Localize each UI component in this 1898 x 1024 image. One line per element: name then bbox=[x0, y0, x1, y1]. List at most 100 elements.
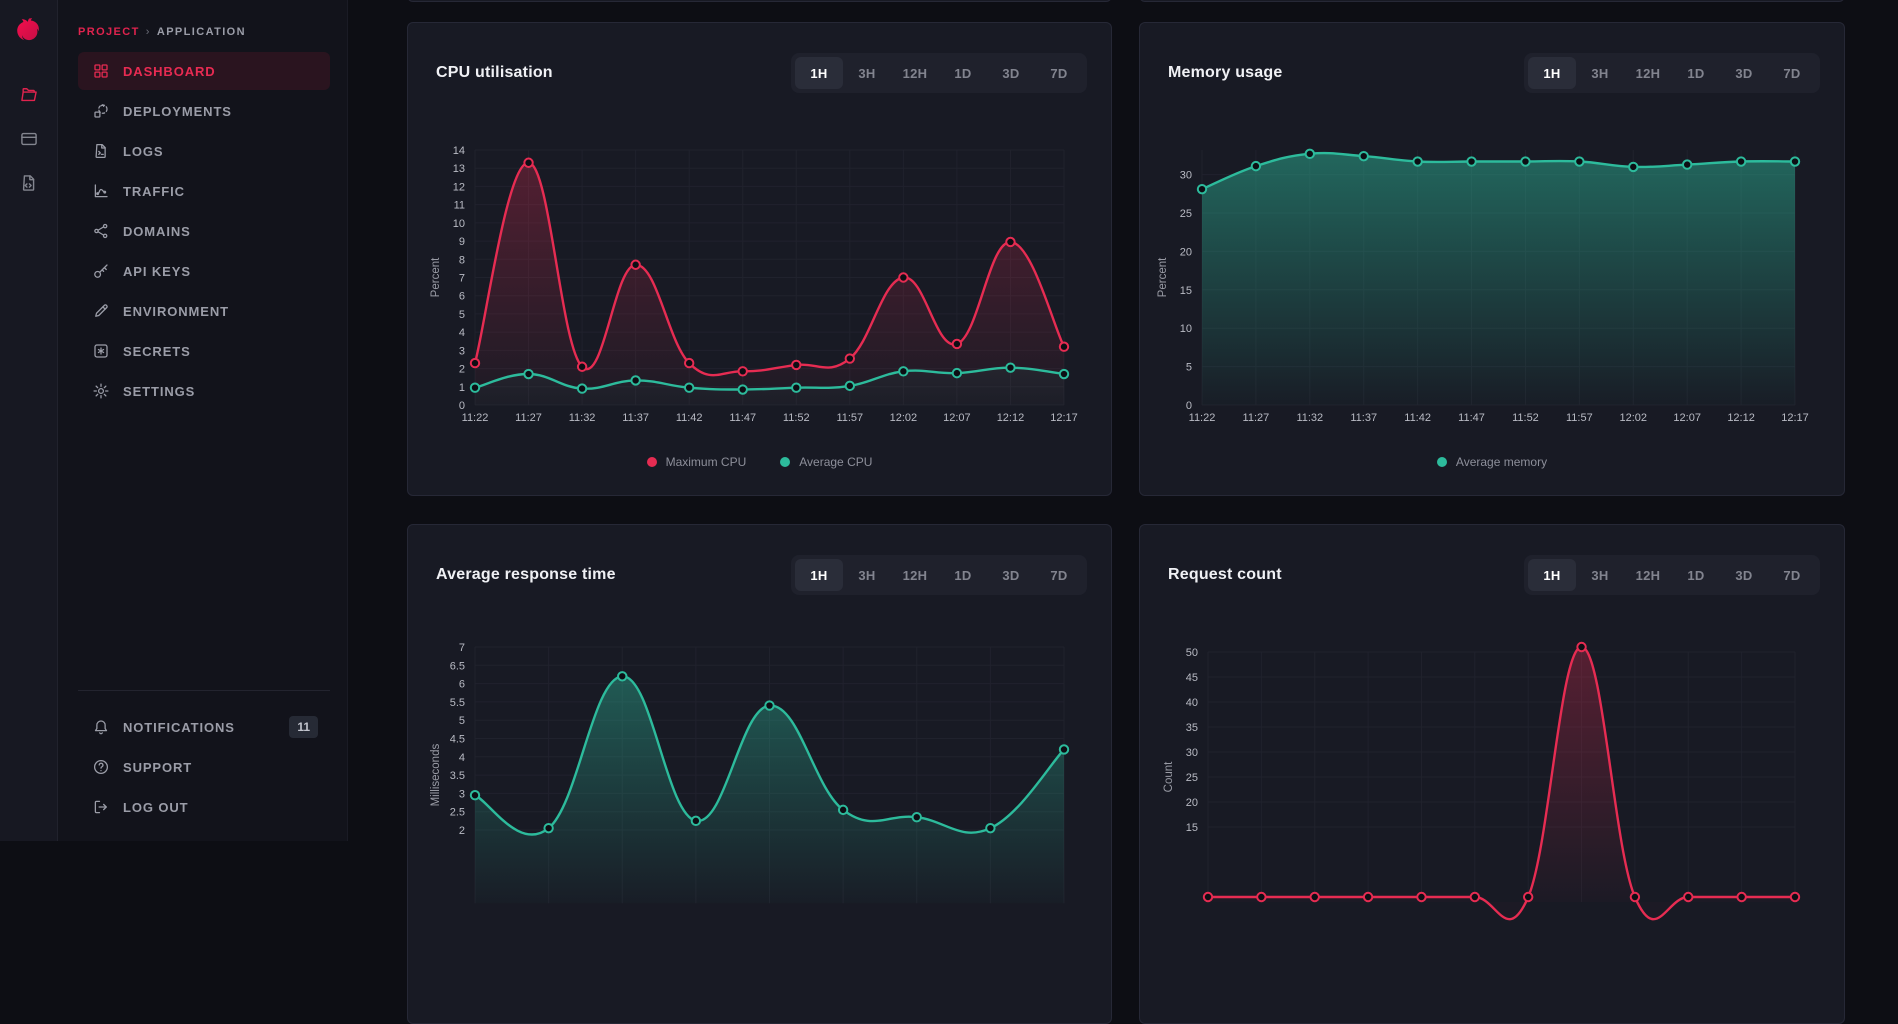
sidebar-item-label: API KEYS bbox=[123, 264, 191, 279]
range-button-7d[interactable]: 7D bbox=[1768, 57, 1816, 89]
sidebar-item-logs[interactable]: LOGS bbox=[78, 132, 330, 170]
range-button-3h[interactable]: 3H bbox=[843, 559, 891, 591]
scrolled-card-edge bbox=[407, 0, 1112, 2]
bell-icon bbox=[92, 718, 110, 736]
sidebar-item-deployments[interactable]: DEPLOYMENTS bbox=[78, 92, 330, 130]
svg-text:8: 8 bbox=[459, 254, 465, 266]
card-header: CPU utilisation 1H3H12H1D3D7D bbox=[436, 51, 1087, 95]
svg-text:11:52: 11:52 bbox=[783, 412, 810, 424]
scrolled-card-edge bbox=[1139, 0, 1845, 2]
svg-text:11:57: 11:57 bbox=[836, 412, 863, 424]
sidebar-divider bbox=[78, 690, 330, 691]
sidebar-item-notifications[interactable]: NOTIFICATIONS11 bbox=[78, 708, 330, 746]
sidebar-item-support[interactable]: SUPPORT bbox=[78, 748, 330, 786]
sidebar-item-settings[interactable]: SETTINGS bbox=[78, 372, 330, 410]
range-button-3d[interactable]: 3D bbox=[987, 559, 1035, 591]
svg-text:15: 15 bbox=[1186, 822, 1198, 834]
sidebar-item-label: ENVIRONMENT bbox=[123, 304, 229, 319]
range-button-1d[interactable]: 1D bbox=[1672, 559, 1720, 591]
range-button-1h[interactable]: 1H bbox=[1528, 559, 1576, 591]
range-button-12h[interactable]: 12H bbox=[1624, 559, 1672, 591]
range-button-1h[interactable]: 1H bbox=[795, 57, 843, 89]
svg-text:0: 0 bbox=[1186, 400, 1192, 412]
svg-text:9: 9 bbox=[459, 236, 465, 248]
chart-card-cpu-utilisation: CPU utilisation1H3H12H1D3D7D012345678910… bbox=[407, 22, 1112, 496]
range-button-1d[interactable]: 1D bbox=[939, 559, 987, 591]
sidebar-item-domains[interactable]: DOMAINS bbox=[78, 212, 330, 250]
svg-text:10: 10 bbox=[453, 218, 465, 230]
range-button-12h[interactable]: 12H bbox=[891, 559, 939, 591]
traffic-icon bbox=[92, 182, 110, 200]
svg-text:5: 5 bbox=[459, 715, 465, 727]
sidebar-item-label: TRAFFIC bbox=[123, 184, 185, 199]
svg-text:30: 30 bbox=[1180, 170, 1192, 182]
range-button-12h[interactable]: 12H bbox=[891, 57, 939, 89]
sidebar-item-label: DOMAINS bbox=[123, 224, 191, 239]
svg-text:5: 5 bbox=[1186, 362, 1192, 374]
range-button-3d[interactable]: 3D bbox=[1720, 559, 1768, 591]
range-button-3h[interactable]: 3H bbox=[843, 57, 891, 89]
sidebar-item-secrets[interactable]: SECRETS bbox=[78, 332, 330, 370]
folder-open-icon[interactable] bbox=[19, 85, 39, 105]
svg-text:6.5: 6.5 bbox=[450, 660, 465, 672]
chart-legend: Average memory bbox=[1140, 455, 1844, 469]
range-button-3h[interactable]: 3H bbox=[1576, 559, 1624, 591]
sidebar-item-log-out[interactable]: LOG OUT bbox=[78, 788, 330, 826]
card-header: Memory usage1H3H12H1D3D7D bbox=[1168, 51, 1820, 95]
range-button-3h[interactable]: 3H bbox=[1576, 57, 1624, 89]
range-button-1d[interactable]: 1D bbox=[939, 57, 987, 89]
range-button-1d[interactable]: 1D bbox=[1672, 57, 1720, 89]
sidebar-item-environment[interactable]: ENVIRONMENT bbox=[78, 292, 330, 330]
range-button-3d[interactable]: 3D bbox=[1720, 57, 1768, 89]
deploy-icon bbox=[92, 102, 110, 120]
sidebar-item-api-keys[interactable]: API KEYS bbox=[78, 252, 330, 290]
chart-request-count: 1520253035404550Count bbox=[1140, 625, 1844, 1005]
range-button-1h[interactable]: 1H bbox=[795, 559, 843, 591]
svg-text:20: 20 bbox=[1186, 797, 1198, 809]
range-button-12h[interactable]: 12H bbox=[1624, 57, 1672, 89]
nest-logo-icon[interactable] bbox=[10, 13, 48, 51]
legend-dot bbox=[780, 457, 790, 467]
svg-text:Percent: Percent bbox=[1157, 257, 1169, 297]
svg-text:12:02: 12:02 bbox=[1620, 412, 1648, 424]
sidebar-item-label: LOGS bbox=[123, 144, 163, 159]
time-range-group: 1H3H12H1D3D7D bbox=[1524, 555, 1820, 595]
svg-text:11:27: 11:27 bbox=[1243, 412, 1270, 424]
range-button-7d[interactable]: 7D bbox=[1768, 559, 1816, 591]
sidebar-item-dashboard[interactable]: DASHBOARD bbox=[78, 52, 330, 90]
sidebar-item-traffic[interactable]: TRAFFIC bbox=[78, 172, 330, 210]
chart-card-memory-usage: Memory usage1H3H12H1D3D7D05101520253011:… bbox=[1139, 22, 1845, 496]
legend-item-average-cpu: Average CPU bbox=[780, 455, 872, 469]
code-file-icon[interactable] bbox=[19, 173, 39, 193]
svg-text:6: 6 bbox=[459, 679, 465, 691]
card-title: Average response time bbox=[436, 566, 616, 584]
svg-text:11:42: 11:42 bbox=[676, 412, 703, 424]
svg-text:11:47: 11:47 bbox=[729, 412, 756, 424]
chart-average-response-time: 22.533.544.555.566.57Milliseconds bbox=[408, 625, 1111, 1005]
svg-text:12: 12 bbox=[453, 181, 465, 193]
svg-text:12:12: 12:12 bbox=[1727, 412, 1755, 424]
svg-text:3: 3 bbox=[459, 788, 465, 800]
svg-text:12:17: 12:17 bbox=[1781, 412, 1809, 424]
credit-card-icon[interactable] bbox=[19, 129, 39, 149]
card-title: CPU utilisation bbox=[436, 64, 553, 82]
svg-text:2: 2 bbox=[459, 825, 465, 837]
svg-text:5: 5 bbox=[459, 309, 465, 321]
range-button-7d[interactable]: 7D bbox=[1035, 559, 1083, 591]
time-range-group: 1H3H12H1D3D7D bbox=[791, 53, 1087, 93]
sidebar-item-label: LOG OUT bbox=[123, 800, 189, 815]
svg-text:12:12: 12:12 bbox=[997, 412, 1025, 424]
range-button-3d[interactable]: 3D bbox=[987, 57, 1035, 89]
svg-text:15: 15 bbox=[1180, 285, 1192, 297]
breadcrumb-application[interactable]: APPLICATION bbox=[157, 26, 246, 38]
svg-text:2.5: 2.5 bbox=[450, 807, 465, 819]
svg-text:2: 2 bbox=[459, 364, 465, 376]
svg-text:4: 4 bbox=[459, 752, 465, 764]
breadcrumb-project[interactable]: PROJECT bbox=[78, 26, 140, 38]
chart-card-average-response-time: Average response time1H3H12H1D3D7D22.533… bbox=[407, 524, 1112, 1024]
svg-text:45: 45 bbox=[1186, 672, 1198, 684]
range-button-7d[interactable]: 7D bbox=[1035, 57, 1083, 89]
svg-text:40: 40 bbox=[1186, 697, 1198, 709]
sidebar-footer-nav: NOTIFICATIONS11SUPPORT LOG OUT bbox=[78, 708, 330, 828]
range-button-1h[interactable]: 1H bbox=[1528, 57, 1576, 89]
